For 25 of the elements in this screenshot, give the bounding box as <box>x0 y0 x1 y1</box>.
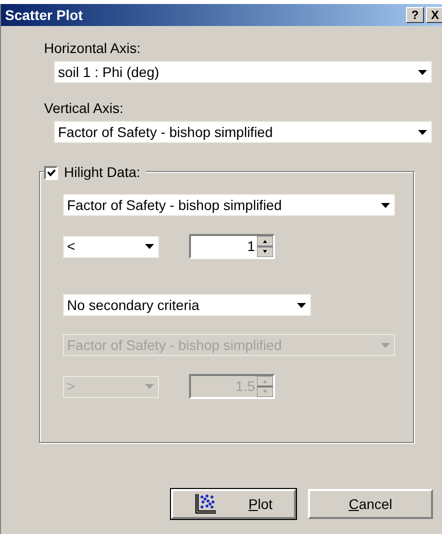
cancel-button[interactable]: Cancel <box>308 489 433 519</box>
field-dropdown[interactable]: Factor of Safety - bishop simplified <box>63 194 395 216</box>
vertical-axis-label: Vertical Axis: <box>44 99 124 118</box>
window-title: Scatter Plot <box>5 6 84 24</box>
dropdown-arrow-icon <box>418 130 427 134</box>
plot-button[interactable]: Plot <box>171 489 296 519</box>
highlight-checkbox[interactable] <box>44 166 58 180</box>
operator-dropdown[interactable]: < <box>63 236 159 258</box>
checkmark-icon <box>46 168 56 176</box>
number-spinner[interactable]: 1 <box>189 234 275 259</box>
help-button[interactable]: ? <box>406 7 424 23</box>
horizontal-axis-dropdown[interactable]: soil 1 : Phi (deg) <box>54 61 432 83</box>
dropdown-arrow-icon <box>418 70 427 74</box>
dropdown-arrow-icon <box>145 384 154 389</box>
secondary-criteria-dropdown[interactable]: No secondary criteria <box>63 294 311 316</box>
highlight-label: Hilight Data: <box>64 163 140 182</box>
dropdown-arrow-icon <box>381 342 390 348</box>
horizontal-axis-label: Horizontal Axis: <box>44 39 142 58</box>
dropdown-arrow-icon <box>381 202 390 208</box>
vertical-axis-dropdown[interactable]: Factor of Safety - bishop simplified <box>54 121 432 143</box>
dropdown-arrow-icon <box>297 302 306 308</box>
dropdown-arrow-icon <box>145 244 154 249</box>
spin-arrows-icon[interactable] <box>257 236 273 257</box>
close-button[interactable]: X <box>426 7 442 23</box>
scatter-chart-icon <box>194 493 218 515</box>
